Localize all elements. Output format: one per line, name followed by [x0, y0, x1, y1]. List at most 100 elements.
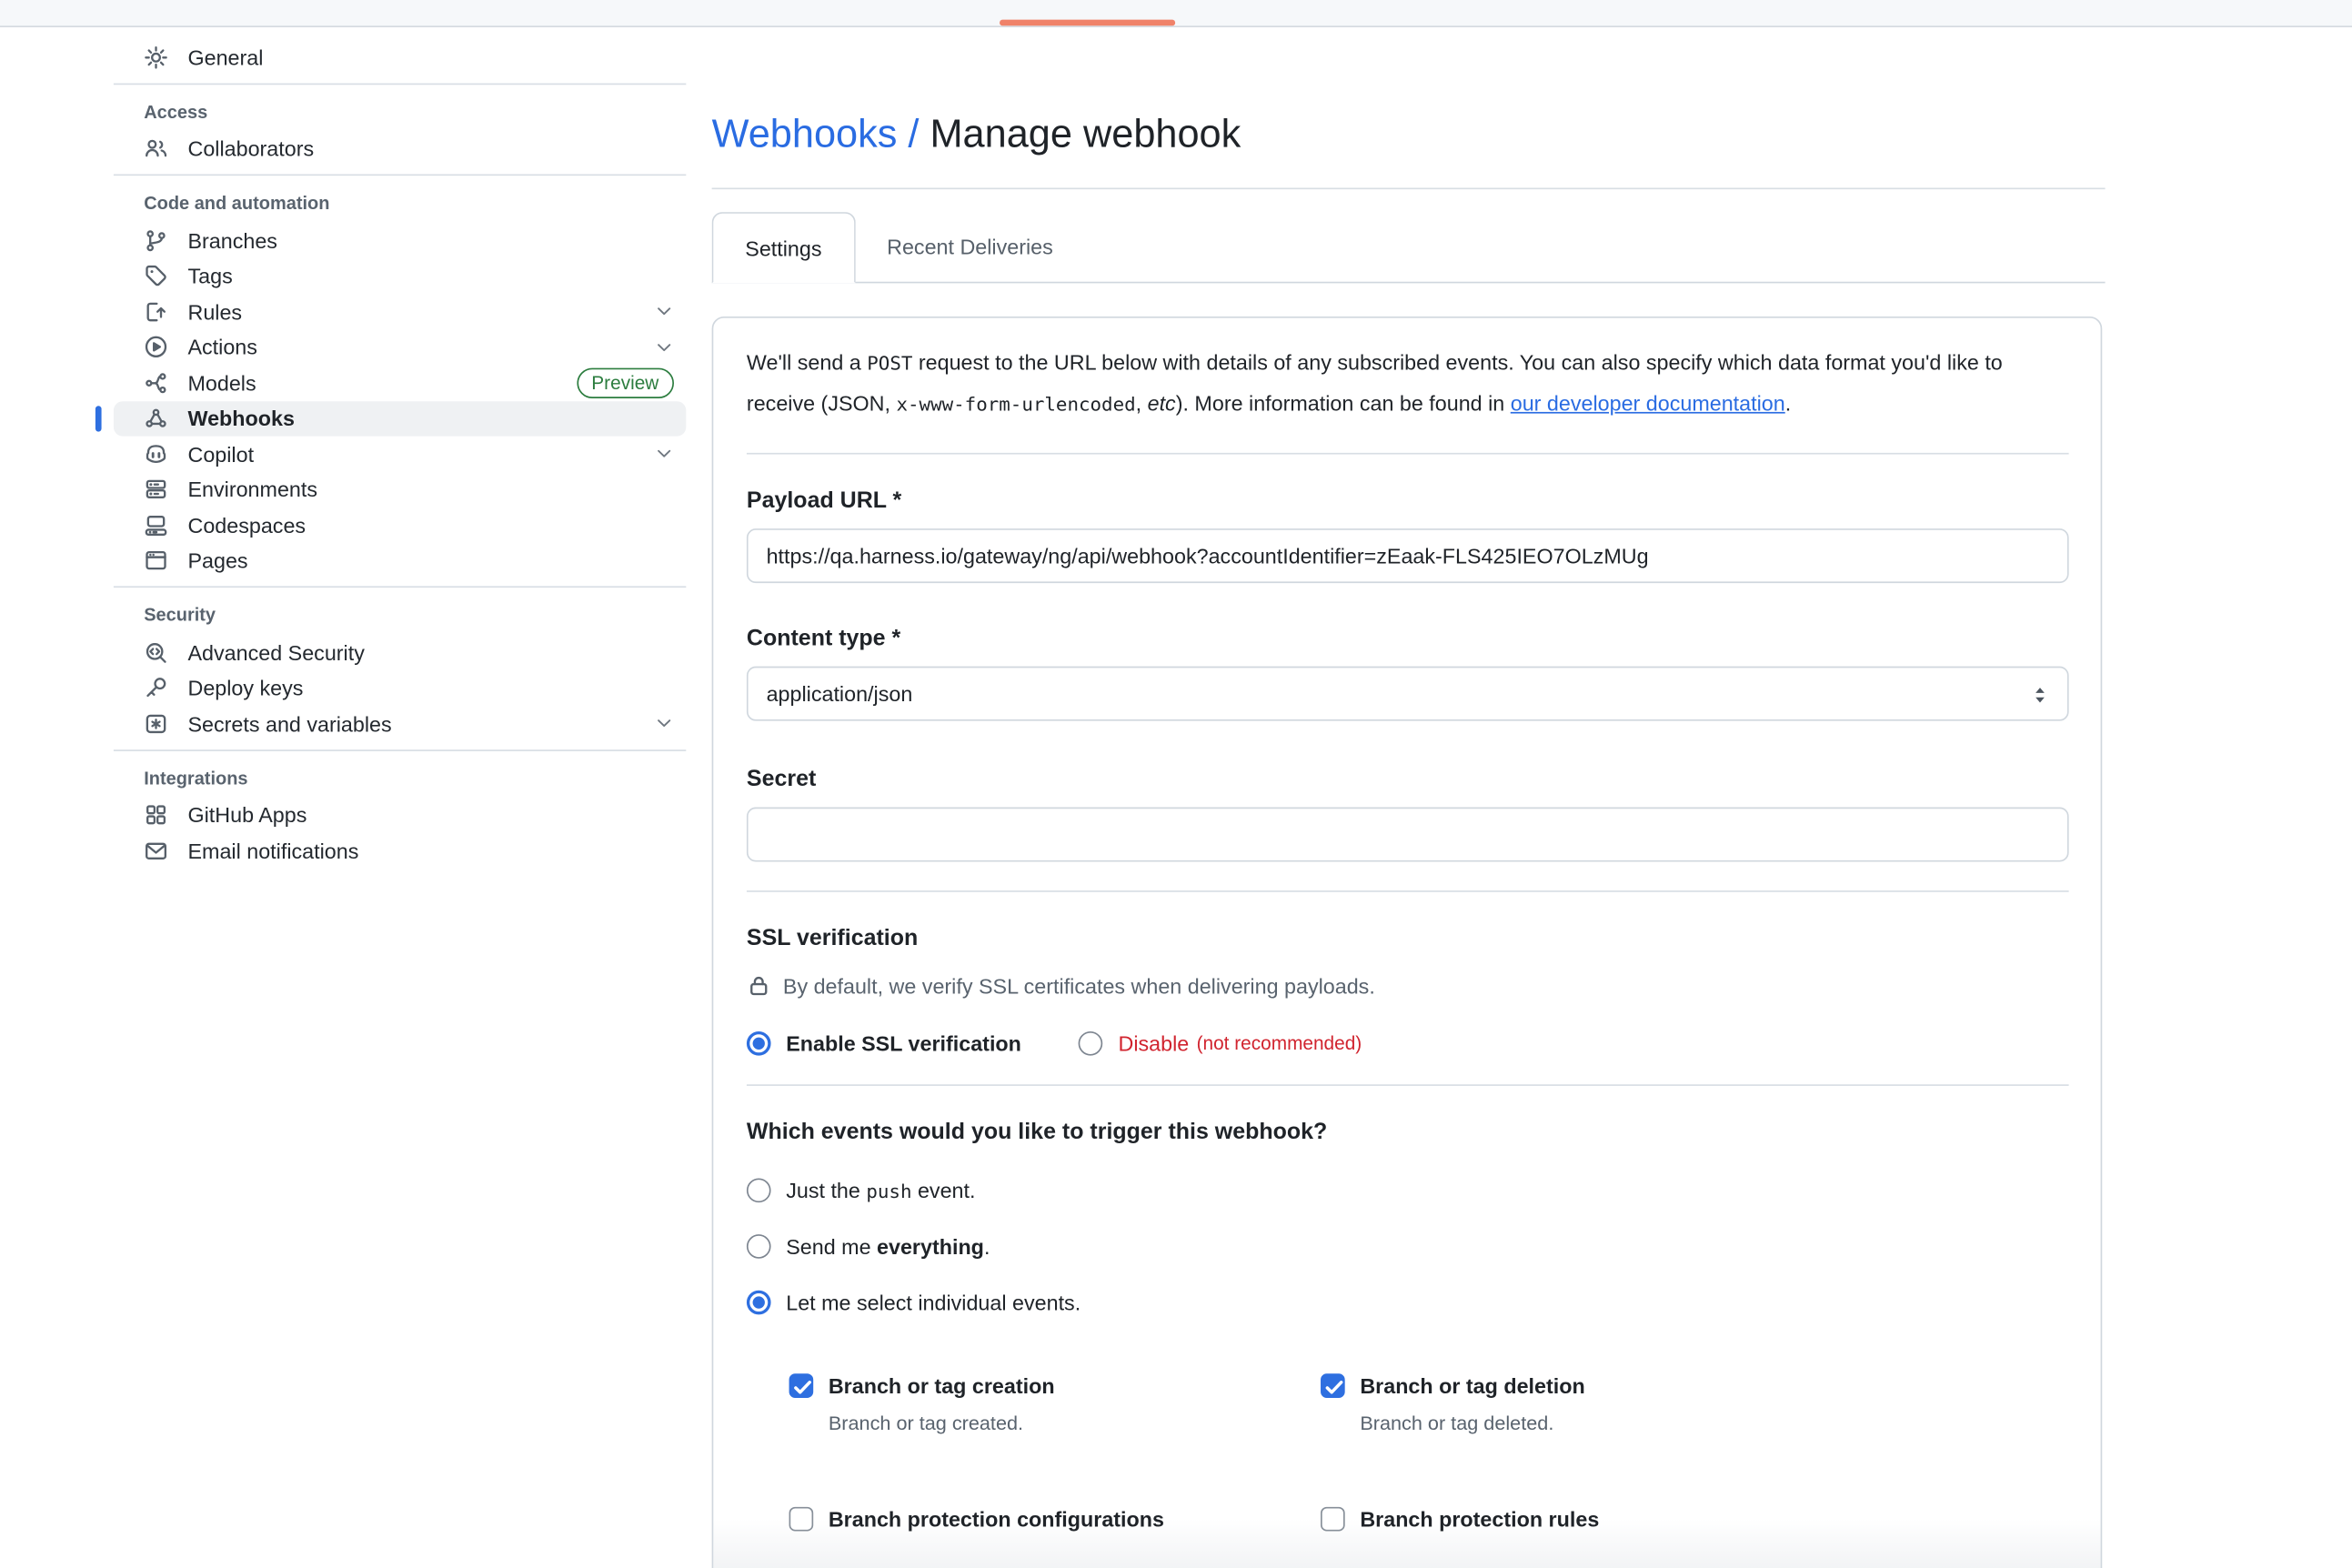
- disable-ssl-label: Disable: [1118, 1031, 1189, 1056]
- individual-events-grid: Branch or tag creation Branch or tag crea…: [789, 1371, 2069, 1534]
- chevron-down-icon: [654, 302, 674, 322]
- active-nav-underline: [1000, 20, 1175, 26]
- sidebar-section-code-automation: Code and automation: [114, 183, 686, 222]
- secret-label: Secret: [747, 763, 2069, 797]
- page-title: Webhooks / Manage webhook: [712, 110, 1241, 158]
- sidebar-item-branches[interactable]: Branches: [114, 223, 686, 258]
- event-option-everything: Send me everything.: [747, 1234, 2069, 1259]
- sidebar-item-webhooks[interactable]: Webhooks: [114, 400, 686, 436]
- send-everything-radio[interactable]: [747, 1234, 771, 1259]
- checkbox-desc: Branch or tag created.: [829, 1410, 1055, 1437]
- enable-ssl-radio[interactable]: [747, 1031, 771, 1056]
- sidebar-item-label: Environments: [187, 477, 674, 502]
- content-type-selected-value: application/json: [767, 681, 913, 706]
- just-push-radio[interactable]: [747, 1179, 771, 1203]
- sidebar-item-tags[interactable]: Tags: [114, 258, 686, 294]
- event-option-push: Just the push event.: [747, 1179, 2069, 1203]
- sidebar-item-label: Copilot: [187, 442, 654, 467]
- repo-nav-strip: [0, 0, 2352, 27]
- checkbox-label: Branch protection configurations: [829, 1504, 1164, 1534]
- people-icon: [144, 136, 168, 161]
- sidebar-divider: [114, 749, 686, 750]
- payload-url-input[interactable]: [747, 528, 2069, 583]
- sidebar-item-pages[interactable]: Pages: [114, 543, 686, 578]
- sidebar-divider: [114, 83, 686, 85]
- secret-input[interactable]: [747, 808, 2069, 862]
- sidebar-item-actions[interactable]: Actions: [114, 329, 686, 365]
- select-arrows-icon: [2028, 683, 2053, 708]
- select-individual-label: Let me select individual events.: [786, 1291, 1081, 1315]
- event-checkbox-item: Branch protection rules: [1321, 1504, 2069, 1534]
- sidebar-item-label: Tags: [187, 264, 674, 288]
- sidebar-item-label: Deploy keys: [187, 676, 674, 700]
- content-type-label: Content type *: [747, 622, 2069, 656]
- sidebar-item-label: GitHub Apps: [187, 803, 674, 828]
- sidebar-item-models[interactable]: Models Preview: [114, 365, 686, 400]
- settings-sidebar: General Access Collaborators Code and au…: [114, 39, 686, 869]
- events-heading: Which events would you like to trigger t…: [747, 1120, 2069, 1145]
- sidebar-item-collaborators[interactable]: Collaborators: [114, 131, 686, 166]
- sidebar-item-general[interactable]: General: [114, 39, 686, 75]
- select-individual-radio[interactable]: [747, 1291, 771, 1315]
- sidebar-item-label: General: [187, 45, 674, 70]
- option-text: Just the: [786, 1179, 866, 1203]
- panel-divider: [747, 890, 2069, 892]
- git-branch-icon: [144, 228, 168, 253]
- checkbox-label: Branch protection rules: [1360, 1504, 1599, 1534]
- sidebar-item-advanced-security[interactable]: Advanced Security: [114, 635, 686, 670]
- sidebar-item-label: Secrets and variables: [187, 711, 654, 736]
- sidebar-item-codespaces[interactable]: Codespaces: [114, 508, 686, 543]
- ssl-note-text: By default, we verify SSL certificates w…: [783, 974, 1375, 999]
- checkbox-label: Branch or tag deletion: [1360, 1371, 1584, 1401]
- panel-divider: [747, 453, 2069, 455]
- sidebar-item-github-apps[interactable]: GitHub Apps: [114, 798, 686, 833]
- tab-settings[interactable]: Settings: [712, 212, 856, 283]
- content-type-select[interactable]: application/json: [747, 667, 2069, 721]
- active-indicator-bar: [95, 406, 102, 430]
- lock-icon: [747, 974, 771, 999]
- preview-badge: Preview: [577, 368, 674, 397]
- panel-divider: [747, 1084, 2069, 1086]
- just-push-label: Just the push event.: [786, 1179, 975, 1203]
- everything-bold: everything: [877, 1234, 984, 1259]
- ssl-note: By default, we verify SSL certificates w…: [747, 974, 2069, 999]
- tab-recent-deliveries[interactable]: Recent Deliveries: [855, 212, 1085, 282]
- key-icon: [144, 676, 168, 700]
- sidebar-item-label: Codespaces: [187, 513, 674, 538]
- mail-icon: [144, 839, 168, 863]
- webhook-icon: [144, 407, 168, 431]
- sidebar-item-label: Branches: [187, 228, 674, 253]
- breadcrumb-webhooks-link[interactable]: Webhooks /: [712, 111, 930, 156]
- push-code: push: [866, 1180, 911, 1202]
- disable-ssl-radio[interactable]: [1079, 1031, 1103, 1056]
- apps-grid-icon: [144, 803, 168, 828]
- sidebar-item-email-notifications[interactable]: Email notifications: [114, 833, 686, 869]
- branch-protection-configurations-checkbox[interactable]: [789, 1507, 814, 1532]
- sidebar-section-access: Access: [114, 92, 686, 131]
- webhook-settings-panel: We'll send a POST request to the URL bel…: [712, 317, 2103, 1568]
- send-everything-label: Send me everything.: [786, 1234, 990, 1259]
- checkbox-desc: Branch or tag deleted.: [1360, 1410, 1584, 1437]
- sidebar-item-environments[interactable]: Environments: [114, 472, 686, 508]
- tabnav: Settings Recent Deliveries: [712, 210, 2106, 283]
- server-rack-icon: [144, 477, 168, 502]
- sidebar-item-deploy-keys[interactable]: Deploy keys: [114, 670, 686, 706]
- title-divider: [712, 187, 2106, 189]
- developer-documentation-link[interactable]: our developer documentation: [1511, 391, 1785, 416]
- sidebar-item-copilot[interactable]: Copilot: [114, 437, 686, 472]
- ssl-options-row: Enable SSL verification Disable (not rec…: [747, 1031, 2069, 1056]
- gear-icon: [144, 45, 168, 70]
- intro-segment: ,: [1136, 391, 1148, 416]
- models-icon: [144, 371, 168, 396]
- play-circle-icon: [144, 335, 168, 359]
- event-option-individual: Let me select individual events.: [747, 1291, 2069, 1315]
- sidebar-item-secrets-variables[interactable]: Secrets and variables: [114, 706, 686, 741]
- checkbox-label: Branch or tag creation: [829, 1371, 1055, 1401]
- branch-tag-deletion-checkbox[interactable]: [1321, 1373, 1345, 1398]
- event-checkbox-item: Branch protection configurations: [789, 1504, 1321, 1534]
- intro-code-post: POST: [867, 351, 912, 374]
- sidebar-item-rules[interactable]: Rules: [114, 294, 686, 329]
- branch-tag-creation-checkbox[interactable]: [789, 1373, 814, 1398]
- branch-protection-rules-checkbox[interactable]: [1321, 1507, 1345, 1532]
- page: General Access Collaborators Code and au…: [0, 0, 2352, 1568]
